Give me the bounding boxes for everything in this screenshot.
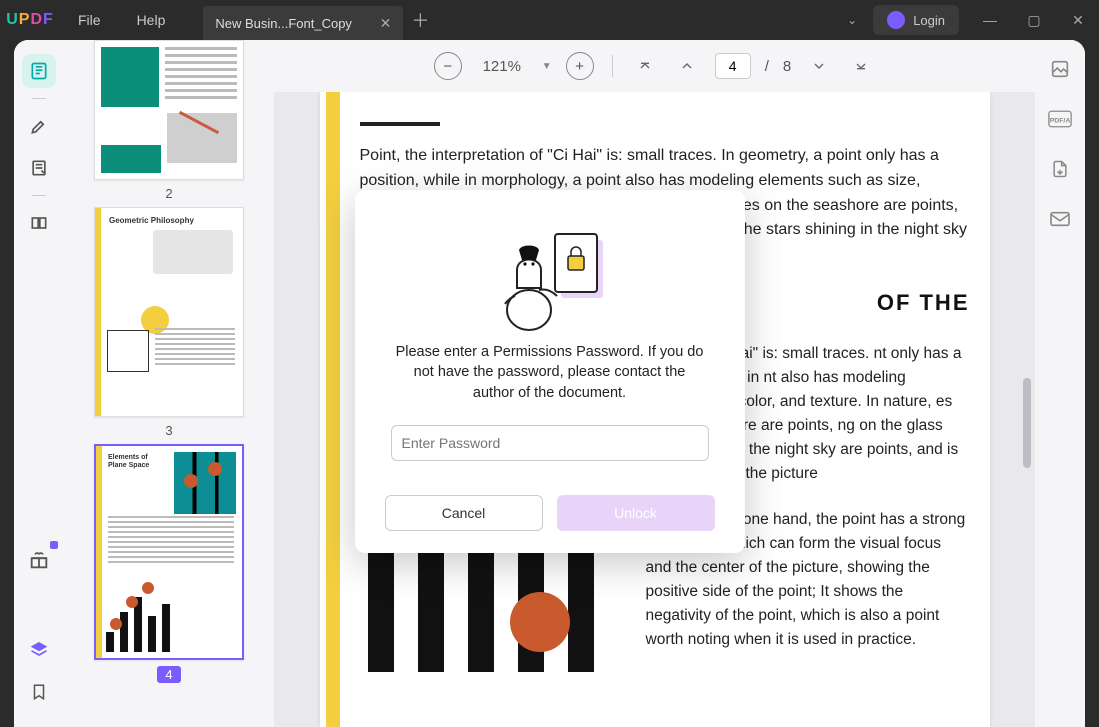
tool-reader-icon[interactable] (22, 54, 56, 88)
zoom-in-button[interactable]: + (566, 52, 594, 80)
page-number-input[interactable] (715, 53, 751, 79)
zoom-value[interactable]: 121% (476, 58, 528, 75)
menu-file[interactable]: File (60, 12, 119, 28)
app-logo: UPDF (0, 11, 60, 29)
thumbnail-panel[interactable]: 2 Geometric Philosophy 3 Elements of Pla… (64, 40, 274, 727)
export-file-icon[interactable] (1045, 154, 1075, 184)
first-page-button[interactable] (631, 52, 659, 80)
right-tool-rail: PDF/A (1035, 40, 1085, 727)
tool-pages-icon[interactable] (22, 206, 56, 240)
password-input[interactable] (391, 425, 709, 461)
last-page-button[interactable] (847, 52, 875, 80)
rail-separator (32, 98, 46, 99)
view-toolbar: − 121% ▼ + / 8 (274, 40, 1035, 92)
tool-layers-icon[interactable] (22, 633, 56, 667)
titlebar-right: ⌄ Login — ▢ ✕ (833, 0, 1099, 40)
login-button[interactable]: Login (873, 5, 959, 35)
window-minimize-button[interactable]: — (969, 0, 1011, 40)
export-image-icon[interactable] (1045, 54, 1075, 84)
login-label: Login (913, 13, 945, 28)
accent-rule (360, 122, 440, 126)
tab-document[interactable]: New Busin...Font_Copy ✕ (203, 6, 403, 40)
thumbnail-page-3[interactable]: Geometric Philosophy 3 (74, 207, 264, 438)
tabs: New Busin...Font_Copy ✕ ＋ (203, 0, 437, 40)
page-separator: / (765, 58, 769, 75)
tabs-overflow-icon[interactable]: ⌄ (833, 13, 871, 27)
next-page-button[interactable] (805, 52, 833, 80)
thumbnail-number: 4 (157, 666, 180, 683)
toolbar-separator (612, 55, 613, 77)
dialog-buttons: Cancel Unlock (375, 495, 725, 531)
thumbnail-image (94, 40, 244, 180)
dialog-illustration (375, 220, 725, 332)
tab-add-button[interactable]: ＋ (403, 0, 437, 40)
zoom-dropdown-icon[interactable]: ▼ (542, 61, 552, 72)
cancel-button[interactable]: Cancel (385, 495, 543, 531)
thumbnail-image: Geometric Philosophy (94, 207, 244, 417)
window-maximize-button[interactable]: ▢ (1013, 0, 1055, 40)
scrollbar-handle[interactable] (1023, 378, 1031, 468)
vertical-scrollbar[interactable] (1021, 92, 1033, 727)
tab-title: New Busin...Font_Copy (215, 16, 371, 31)
menu-help[interactable]: Help (119, 12, 184, 28)
titlebar: UPDF File Help New Busin...Font_Copy ✕ ＋… (0, 0, 1099, 40)
svg-text:PDF/A: PDF/A (1050, 117, 1071, 124)
thumbnail-number: 2 (165, 186, 172, 201)
mail-icon[interactable] (1045, 204, 1075, 234)
dialog-message: Please enter a Permissions Password. If … (375, 342, 725, 403)
workspace: 2 Geometric Philosophy 3 Elements of Pla… (14, 40, 1085, 727)
thumbnail-page-4[interactable]: Elements of Plane Space 4 (74, 444, 264, 683)
tab-close-icon[interactable]: ✕ (380, 15, 392, 32)
tool-bookmark-icon[interactable] (22, 675, 56, 709)
pdfa-icon[interactable]: PDF/A (1045, 104, 1075, 134)
rail-separator (32, 195, 46, 196)
thumbnail-number: 3 (165, 423, 172, 438)
tool-gift-icon[interactable] (22, 543, 56, 577)
thumbnail-page-2[interactable]: 2 (74, 40, 264, 201)
left-tool-rail (14, 40, 64, 727)
tool-form-icon[interactable] (22, 151, 56, 185)
page-total: 8 (783, 58, 791, 75)
unlock-button[interactable]: Unlock (557, 495, 715, 531)
zoom-out-button[interactable]: − (434, 52, 462, 80)
window-close-button[interactable]: ✕ (1057, 0, 1099, 40)
tool-highlighter-icon[interactable] (22, 109, 56, 143)
password-dialog: Please enter a Permissions Password. If … (355, 190, 745, 553)
avatar-icon (887, 11, 905, 29)
thumbnail-image: Elements of Plane Space (94, 444, 244, 660)
prev-page-button[interactable] (673, 52, 701, 80)
